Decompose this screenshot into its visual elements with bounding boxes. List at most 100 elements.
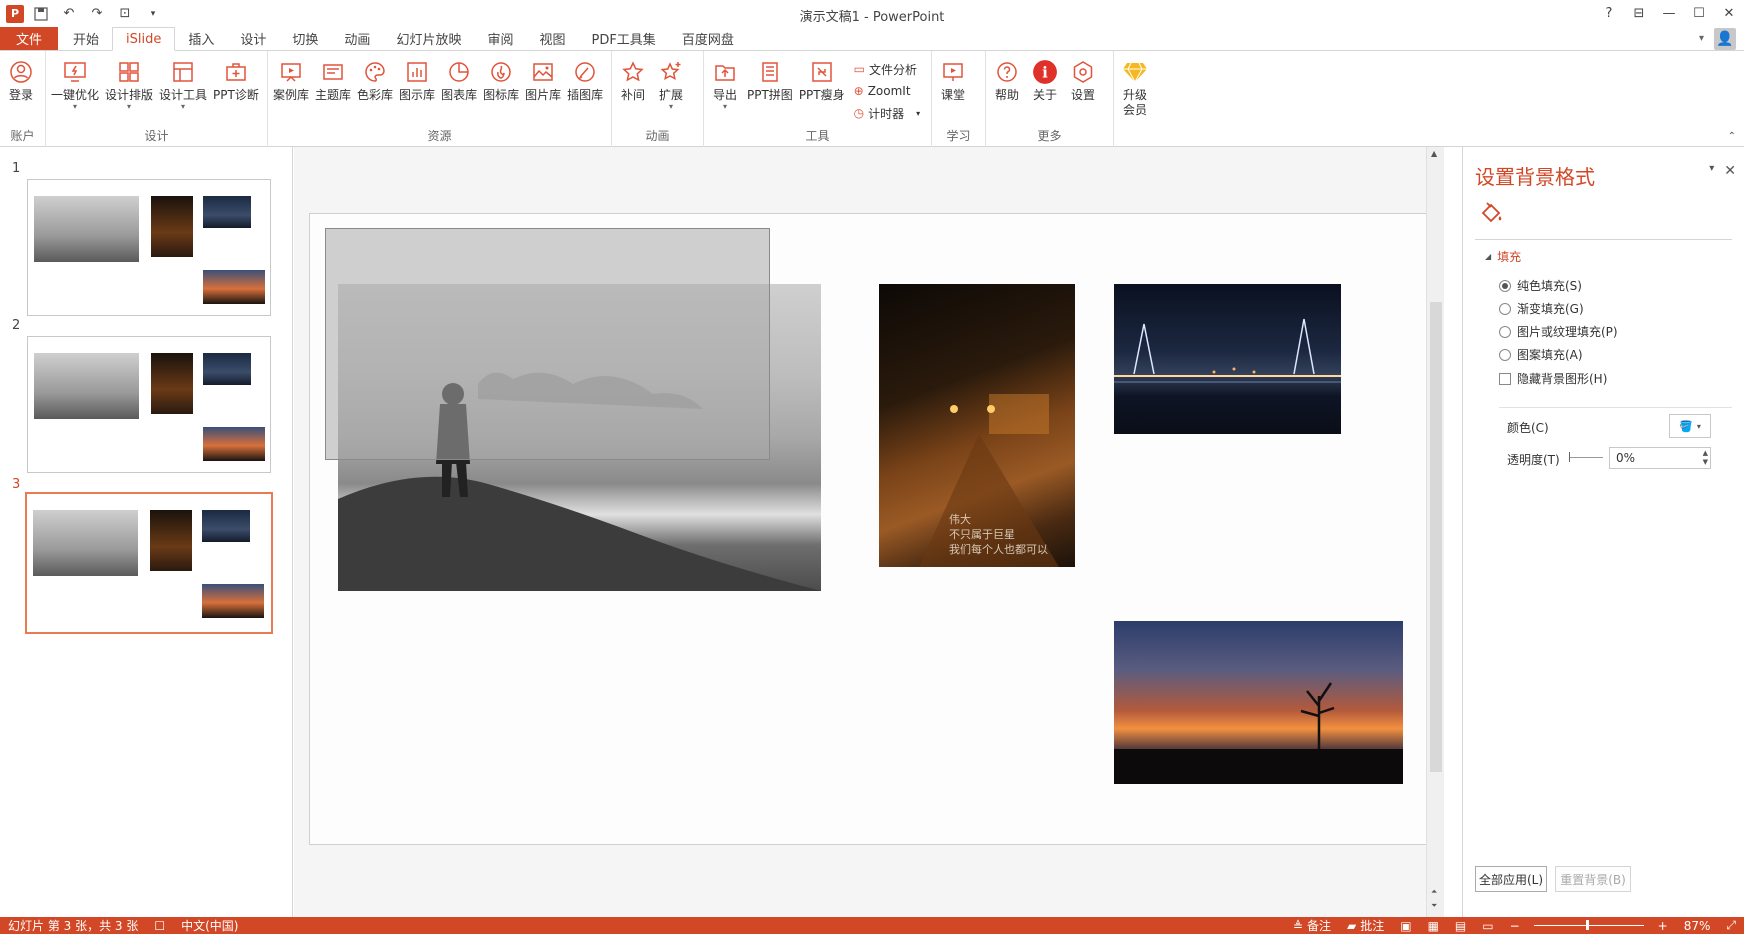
status-bar: 幻灯片 第 3 张，共 3 张 ☐ 中文(中国) ≜ 备注 ▰ 批注 ▣ ▦ ▤ ▭… — [0, 917, 1744, 934]
tab-review[interactable]: 审阅 — [474, 27, 526, 50]
slideshow-view-icon[interactable]: ▭ — [1474, 919, 1501, 933]
fit-to-window-icon[interactable]: ⤢ — [1718, 918, 1744, 933]
play-screen-icon — [940, 59, 966, 85]
user-avatar[interactable]: 👤 — [1714, 27, 1736, 50]
minimize-icon[interactable]: — — [1654, 0, 1684, 27]
ribbon-minimize-chevron-icon[interactable]: ▾ — [1699, 33, 1704, 44]
save-icon[interactable] — [30, 4, 52, 24]
star-icon — [620, 59, 646, 85]
help-icon[interactable]: ? — [1594, 0, 1624, 27]
slide-thumbnail[interactable]: 1 — [0, 161, 293, 316]
previous-slide-icon[interactable]: ⏶ — [1431, 887, 1437, 896]
group-animation: 补间 扩展 ▾ 动画 — [612, 51, 704, 147]
zoom-in-icon[interactable]: + — [1650, 919, 1676, 933]
file-analysis-button[interactable]: ▭ 文件分析 — [854, 59, 921, 79]
tab-pdf-tools[interactable]: PDF工具集 — [578, 27, 668, 50]
tab-slideshow[interactable]: 幻灯片放映 — [383, 27, 474, 50]
tab-baidu-netdisk[interactable]: 百度网盘 — [669, 27, 747, 50]
tab-design[interactable]: 设计 — [227, 27, 279, 50]
reading-view-icon[interactable]: ▤ — [1447, 919, 1474, 933]
timer-button[interactable]: ◷ 计时器 ▾ — [854, 103, 921, 123]
tab-home[interactable]: 开始 — [60, 27, 112, 50]
zoomit-button[interactable]: ⊕ ZoomIt — [854, 81, 921, 101]
monitor-lightning-icon — [62, 59, 88, 85]
palette-icon — [362, 59, 388, 85]
bridge-night-photo[interactable] — [1114, 284, 1341, 434]
image-icon — [530, 59, 556, 85]
pattern-fill-radio[interactable]: 图案填充(A) — [1499, 346, 1583, 363]
tab-animations[interactable]: 动画 — [331, 27, 383, 50]
redo-icon[interactable]: ↷ — [86, 4, 108, 24]
picture-fill-radio[interactable]: 图片或纹理填充(P) — [1499, 323, 1618, 340]
slide-sorter-icon[interactable]: ▦ — [1420, 919, 1447, 933]
gear-icon — [1070, 59, 1096, 85]
collapse-ribbon-icon[interactable]: ⌃ — [1728, 131, 1736, 142]
brush-icon — [572, 59, 598, 85]
customize-qat-icon[interactable]: ▾ — [142, 4, 164, 24]
stacked-pages-icon — [757, 59, 783, 85]
close-icon[interactable]: ✕ — [1714, 0, 1744, 27]
vertical-scrollbar[interactable]: ▲ ⏶ ⏷ — [1426, 147, 1444, 917]
analysis-icon: ▭ — [853, 62, 865, 76]
zoom-level[interactable]: 87% — [1676, 919, 1719, 933]
thumb-image-bridge — [203, 196, 251, 228]
tab-insert[interactable]: 插入 — [175, 27, 227, 50]
star-plus-icon — [658, 59, 684, 85]
export-folder-icon — [712, 59, 738, 85]
window-controls: ? ⊟ — ☐ ✕ — [1594, 0, 1744, 27]
gradient-fill-radio[interactable]: 渐变填充(G) — [1499, 300, 1584, 317]
fill-bucket-icon[interactable] — [1477, 199, 1505, 227]
thumb-image-sunset — [203, 427, 265, 461]
start-from-beginning-icon[interactable]: ⊡ — [114, 4, 136, 24]
spellcheck-icon[interactable]: ☐ — [146, 919, 173, 933]
tab-file[interactable]: 文件 — [0, 27, 59, 50]
slide-thumbnail[interactable]: 2 — [0, 318, 293, 473]
thumb-image-street — [151, 353, 193, 414]
scrollbar-thumb[interactable] — [1430, 302, 1442, 772]
solid-fill-radio[interactable]: 纯色填充(S) — [1499, 277, 1582, 294]
undo-icon[interactable]: ↶ — [58, 4, 80, 24]
tab-transitions[interactable]: 切换 — [279, 27, 331, 50]
spinner-arrows-icon[interactable]: ▲ ▼ — [1703, 449, 1708, 467]
slide-thumbnail-selected[interactable]: 3 — [0, 477, 293, 634]
hide-background-graphics-checkbox[interactable]: 隐藏背景图形(H) — [1499, 370, 1607, 387]
tab-view[interactable]: 视图 — [526, 27, 578, 50]
thumb-image-mountain — [34, 196, 139, 262]
transparency-slider[interactable] — [1569, 452, 1603, 462]
scroll-up-icon[interactable]: ▲ — [1431, 149, 1437, 158]
thumb-image-sunset — [203, 270, 265, 304]
night-street-photo[interactable]: 伟大 不只属于巨星 我们每个人也都可以 — [879, 284, 1075, 567]
normal-view-icon[interactable]: ▣ — [1392, 919, 1419, 933]
zoom-out-icon[interactable]: − — [1502, 919, 1528, 933]
presentation-icon — [278, 59, 304, 85]
slide-canvas[interactable]: 伟大 不只属于巨星 我们每个人也都可以 — [309, 213, 1431, 845]
fill-section-header[interactable]: ◢ 填充 — [1485, 248, 1521, 265]
comments-button[interactable]: ▰ 批注 — [1339, 917, 1392, 934]
zoom-slider[interactable] — [1533, 920, 1644, 930]
upgrade-member-button[interactable]: 升级 会员 — [1116, 55, 1154, 147]
quote-text-block[interactable]: 伟大 不只属于巨星 我们每个人也都可以 — [949, 512, 1048, 557]
ribbon-display-options-icon[interactable]: ⊟ — [1624, 0, 1654, 27]
language-indicator[interactable]: 中文(中国) — [173, 917, 246, 934]
pane-close-icon[interactable]: ✕ — [1724, 163, 1736, 179]
transparency-input[interactable]: 0% ▲ ▼ — [1609, 447, 1711, 469]
next-slide-icon[interactable]: ⏷ — [1431, 901, 1437, 910]
dropdown-caret-icon: ▾ — [916, 108, 921, 118]
translucent-rectangle-shape[interactable] — [325, 228, 770, 460]
powerpoint-app-icon[interactable]: P — [6, 4, 24, 23]
tab-islide[interactable]: iSlide — [112, 27, 176, 51]
sunset-tree-photo[interactable] — [1114, 621, 1403, 784]
apply-to-all-button[interactable]: 全部应用(L) — [1475, 866, 1547, 892]
collapse-triangle-icon: ◢ — [1485, 252, 1492, 261]
layout-panel-icon — [170, 59, 196, 85]
reset-background-button[interactable]: 重置背景(B) — [1555, 866, 1631, 892]
thumb-image-bridge — [203, 353, 251, 385]
maximize-icon[interactable]: ☐ — [1684, 0, 1714, 27]
slide-thumbnails-pane: 1 2 3 — [0, 147, 293, 917]
group-learn: 课堂 学习 — [932, 51, 986, 147]
notes-button[interactable]: ≜ 备注 — [1285, 917, 1339, 934]
color-picker-button[interactable]: 🪣 ▾ — [1669, 414, 1711, 438]
title-bar: P ↶ ↷ ⊡ ▾ 演示文稿1 - PowerPoint ? ⊟ — ☐ ✕ — [0, 0, 1744, 27]
pie-chart-icon — [446, 59, 472, 85]
pane-options-chevron-icon[interactable]: ▾ — [1709, 163, 1714, 179]
